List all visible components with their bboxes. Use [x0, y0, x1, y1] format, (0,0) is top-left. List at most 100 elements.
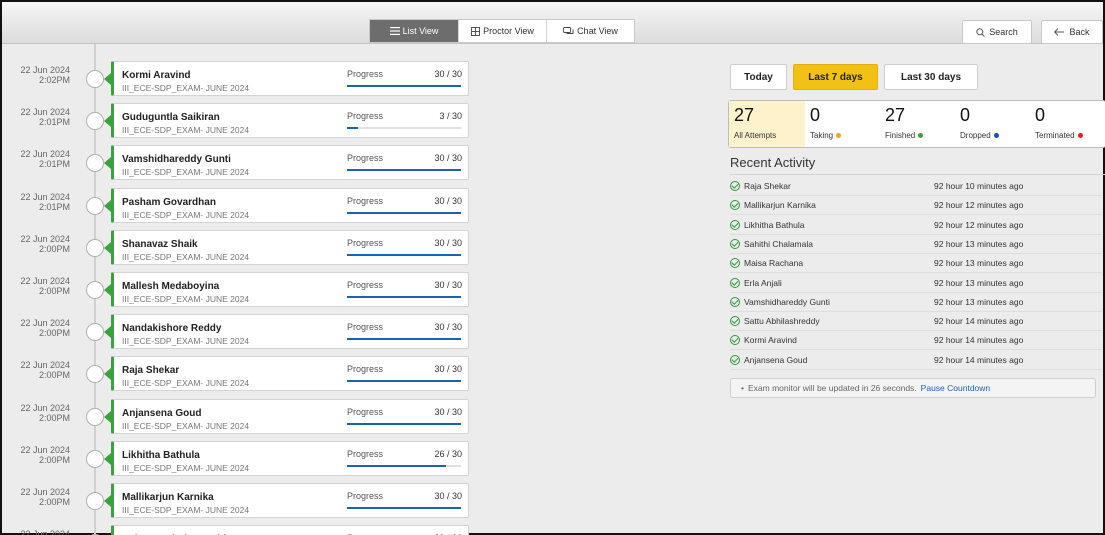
range-today-button[interactable]: Today: [730, 64, 787, 90]
timeline-row: 22 Jun 2024 2:00PM Raja Shekar III_ECE-S…: [2, 356, 482, 392]
progress-bar: [347, 338, 461, 341]
candidate-name: Pasham Govardhan: [122, 196, 216, 208]
progress-bar: [347, 127, 461, 130]
attempt-time: 2:01PM: [38, 201, 70, 212]
range-last-7-days-button[interactable]: Last 7 days: [793, 64, 878, 90]
timeline-pointer-icon: [104, 368, 111, 381]
attempt-card[interactable]: Shanavaz Shaik III_ECE-SDP_EXAM- JUNE 20…: [111, 229, 469, 265]
attempt-card[interactable]: Mallikarjun Karnika III_ECE-SDP_EXAM- JU…: [111, 483, 469, 518]
attempt-card[interactable]: Pasham Govardhan III_ECE-SDP_EXAM- JUNE …: [111, 187, 469, 223]
attempt-time: 2:00PM: [38, 454, 70, 465]
finished-status-dot: [918, 133, 924, 138]
stat-terminated[interactable]: 0 Terminated: [1030, 101, 1105, 147]
chat-icon: [563, 26, 574, 36]
timeline-node-icon: [86, 449, 104, 468]
attempt-time: 2:02PM: [38, 75, 70, 85]
attempt-time: 2:00PM: [38, 497, 70, 507]
countdown-notice: • Exam monitor will be updated in 26 sec…: [730, 378, 1096, 398]
candidate-name: Shanavaz Shaik: [122, 238, 198, 250]
candidate-name: Mallesh Medaboyina: [122, 281, 220, 292]
attempt-timestamp: 22 Jun 2024 2:02PM: [2, 65, 70, 85]
pause-countdown-link[interactable]: Pause Countdown: [921, 383, 990, 393]
stat-taking[interactable]: 0 Taking: [805, 101, 880, 147]
progress-value: 26 / 30: [434, 448, 462, 459]
progress-bar: [347, 422, 461, 425]
progress-bar-fill: [347, 296, 461, 298]
stat-value: 0: [810, 105, 821, 125]
progress-bar: [347, 85, 461, 87]
exam-name: III_ECE-SDP_EXAM- JUNE 2024: [122, 294, 250, 304]
stat-value: 27: [885, 105, 906, 125]
chat-view-button[interactable]: Chat View: [546, 20, 634, 42]
timeline-row: 22 Jun 2024 2:00PM Nandakishore Reddy II…: [2, 314, 482, 350]
activity-row: Kormi Aravind 92 hour 14 minutes ago: [730, 332, 1102, 351]
activity-time: 92 hour 14 minutes ago: [934, 335, 1024, 346]
stat-all-attempts[interactable]: 27 All Attempts: [729, 101, 805, 147]
exam-name: III_ECE-SDP_EXAM- JUNE 2024: [122, 336, 250, 347]
check-circle-icon: [730, 258, 740, 269]
activity-name: Vamshidhareddy Gunti: [744, 296, 830, 307]
timeline-row: 22 Jun 2024 2:00PM Likhitha Bathula III_…: [2, 440, 482, 477]
stat-dropped[interactable]: 0 Dropped: [955, 101, 1030, 147]
attempt-date: 22 Jun 2024: [20, 360, 70, 371]
list-view-button[interactable]: List View: [370, 20, 458, 42]
timeline-row: 22 Jun 2024 2:02PM Kormi Aravind III_ECE…: [2, 61, 482, 97]
attempt-time: 2:00PM: [38, 243, 70, 254]
progress-label: Progress: [347, 237, 384, 248]
timeline-node-icon: [86, 154, 104, 173]
attempt-timestamp: 22 Jun 2024 2:00PM: [2, 234, 70, 254]
attempt-timestamp: 22 Jun 2024 2:00PM: [2, 360, 70, 380]
check-circle-icon: [730, 354, 740, 365]
check-circle-icon: [730, 200, 740, 211]
exam-name: III_ECE-SDP_EXAM- JUNE 2024: [122, 167, 250, 178]
attempt-card[interactable]: Vamshidhareddy Gunti III_ECE-SDP_EXAM- J…: [111, 145, 469, 181]
attempt-card[interactable]: Balupunuri Ajay Reddy III_ECE-SDP_EXAM- …: [111, 525, 469, 535]
progress-label: Progress: [347, 364, 384, 375]
progress-value: 30 / 30: [434, 280, 462, 290]
progress-value: 30 / 30: [434, 364, 462, 375]
progress-bar-fill: [347, 211, 461, 214]
progress-bar: [347, 253, 461, 256]
search-label: Search: [989, 27, 1018, 37]
range-last-30-days-button[interactable]: Last 30 days: [884, 64, 978, 90]
activity-time: 92 hour 13 minutes ago: [934, 277, 1024, 288]
search-button[interactable]: Search: [962, 20, 1032, 44]
timeline-row: 22 Jun 2024 2:01PM Pasham Govardhan III_…: [2, 187, 482, 224]
check-circle-icon: [730, 238, 740, 249]
proctor-view-button[interactable]: Proctor View: [458, 20, 546, 42]
attempt-timestamp: 22 Jun 2024 2:00PM: [2, 318, 70, 338]
attempt-date: 22 Jun 2024: [20, 487, 70, 497]
candidate-name: Likhitha Bathula: [122, 449, 200, 461]
search-icon: [976, 27, 986, 37]
candidate-name: Nandakishore Reddy: [122, 323, 222, 335]
activity-time: 92 hour 12 minutes ago: [934, 200, 1024, 211]
grid-icon: [471, 26, 481, 36]
progress-label: Progress: [347, 280, 384, 290]
candidate-name: Raja Shekar: [122, 365, 180, 377]
attempt-card[interactable]: Mallesh Medaboyina III_ECE-SDP_EXAM- JUN…: [111, 272, 469, 307]
activity-time: 92 hour 13 minutes ago: [934, 238, 1024, 249]
attempt-card[interactable]: Nandakishore Reddy III_ECE-SDP_EXAM- JUN…: [111, 314, 469, 350]
progress-label: Progress: [347, 111, 384, 122]
attempt-card[interactable]: Raja Shekar III_ECE-SDP_EXAM- JUNE 2024 …: [111, 356, 469, 392]
check-circle-icon: [730, 277, 740, 288]
list-icon: [389, 27, 400, 35]
attempt-card[interactable]: Kormi Aravind III_ECE-SDP_EXAM- JUNE 202…: [111, 61, 469, 96]
attempt-card[interactable]: Likhitha Bathula III_ECE-SDP_EXAM- JUNE …: [111, 440, 469, 476]
candidate-name: Guduguntla Saikiran: [122, 112, 220, 124]
progress-bar-fill: [347, 464, 446, 467]
exam-name: III_ECE-SDP_EXAM- JUNE 2024: [122, 209, 250, 220]
candidate-name: Mallikarjun Karnika: [122, 492, 214, 503]
stat-value: 27: [734, 105, 755, 125]
timeline-node-icon: [86, 492, 104, 510]
stat-value: 0: [960, 105, 971, 125]
attempt-card[interactable]: Anjansena Goud III_ECE-SDP_EXAM- JUNE 20…: [111, 398, 469, 434]
timeline-node-icon: [86, 365, 104, 384]
stat-finished[interactable]: 27 Finished: [880, 101, 955, 147]
back-button[interactable]: Back: [1041, 20, 1103, 44]
attempt-timestamp: 22 Jun 2024 2:01PM: [2, 107, 70, 127]
attempt-timestamp: 22 Jun 2024 2:00PM: [2, 529, 70, 535]
attempt-card[interactable]: Guduguntla Saikiran III_ECE-SDP_EXAM- JU…: [111, 103, 469, 139]
attempt-timestamp: 22 Jun 2024 2:01PM: [2, 192, 70, 212]
top-toolbar: List View Proctor View Chat View Search …: [2, 2, 1103, 44]
